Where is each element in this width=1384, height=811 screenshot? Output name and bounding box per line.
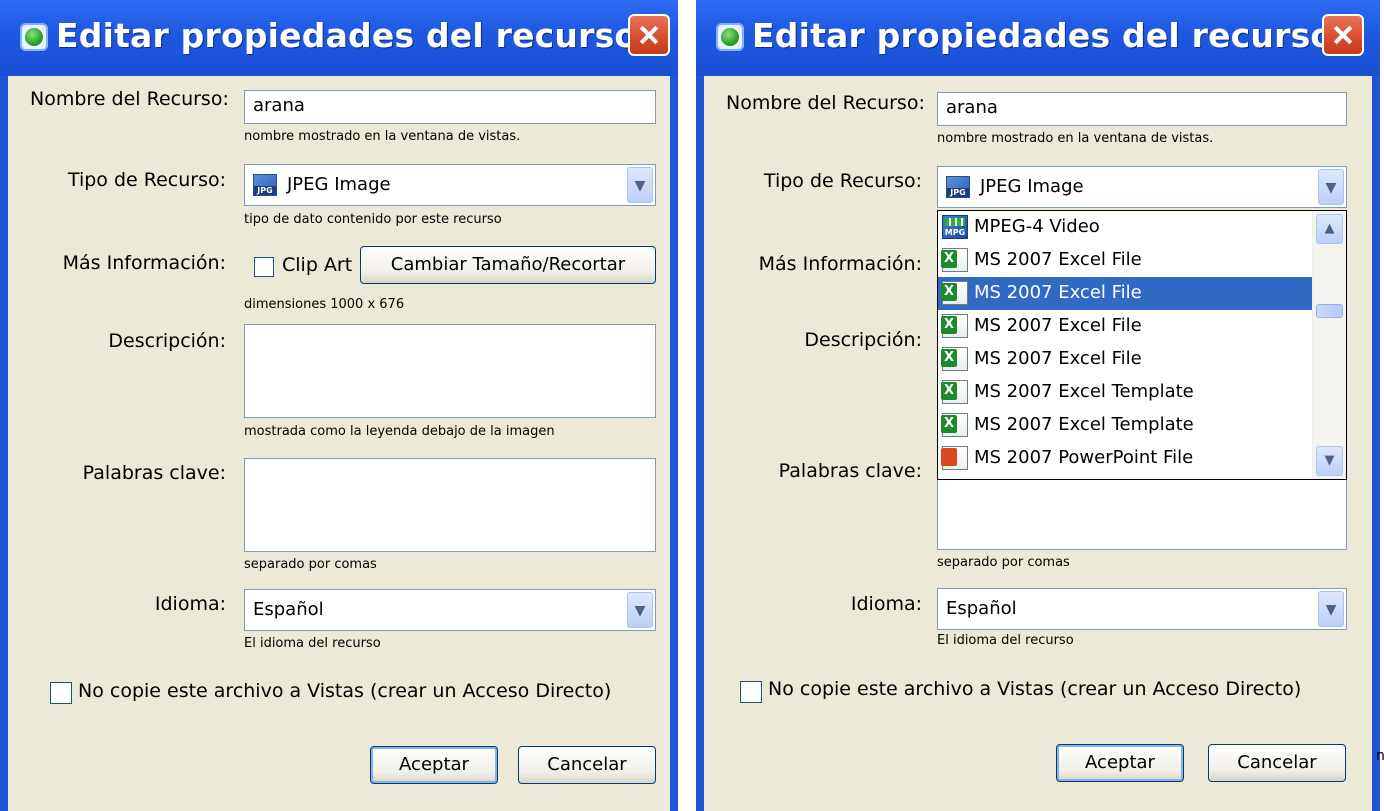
keywords-hint: separado por comas bbox=[937, 555, 1070, 570]
keywords-label: Palabras clave: bbox=[778, 460, 922, 482]
title-bar[interactable]: Editar propiedades del recurso bbox=[696, 0, 1380, 76]
cancel-button[interactable]: Cancelar bbox=[1208, 744, 1346, 782]
resource-name-label: Nombre del Recurso: bbox=[30, 88, 229, 110]
dropdown-scrollbar[interactable]: ▲ ▼ bbox=[1312, 211, 1346, 479]
no-copy-checkbox[interactable] bbox=[50, 682, 72, 704]
dialog-title: Editar propiedades del recurso bbox=[56, 16, 638, 55]
resource-name-label: Nombre del Recurso: bbox=[726, 92, 925, 114]
excel-file-icon bbox=[941, 380, 968, 404]
dialog-body: Nombre del Recurso: arana nombre mostrad… bbox=[704, 76, 1372, 811]
resource-type-hint: tipo de dato contenido por este recurso bbox=[244, 212, 502, 227]
resource-name-hint: nombre mostrado en la ventana de vistas. bbox=[937, 131, 1214, 146]
description-label: Descripción: bbox=[108, 330, 226, 352]
chevron-down-icon[interactable]: ▼ bbox=[627, 592, 653, 628]
list-item-label: MS 2007 PowerPoint File bbox=[974, 447, 1194, 468]
edit-resource-dialog-right: Editar propiedades del recurso Nombre de… bbox=[696, 0, 1380, 811]
resource-type-select[interactable]: JPEG Image ▼ bbox=[244, 164, 656, 206]
list-item-label: MS 2007 Excel File bbox=[974, 282, 1142, 303]
edit-resource-dialog-left: Editar propiedades del recurso Nombre de… bbox=[0, 0, 678, 811]
list-item[interactable]: MS 2007 PowerPoint File bbox=[938, 442, 1312, 475]
resource-type-label: Tipo de Recurso: bbox=[67, 169, 226, 191]
resource-name-input[interactable]: arana bbox=[244, 90, 656, 124]
excel-file-icon bbox=[941, 347, 968, 371]
clip-art-label: Clip Art bbox=[282, 254, 353, 276]
list-item-label: MPEG-4 Video bbox=[974, 216, 1100, 237]
dimensions-text: dimensiones 1000 x 676 bbox=[244, 297, 405, 312]
app-icon bbox=[716, 23, 744, 51]
list-item[interactable]: MS 2007 Excel File bbox=[938, 310, 1312, 343]
chevron-down-icon[interactable]: ▼ bbox=[1318, 591, 1344, 627]
language-value: Español bbox=[253, 599, 324, 620]
scroll-up-icon[interactable]: ▲ bbox=[1316, 214, 1343, 244]
language-label: Idioma: bbox=[850, 593, 922, 615]
resource-type-dropdown-list[interactable]: MPEG-4 Video MS 2007 Excel File MS 2007 … bbox=[937, 210, 1347, 480]
keywords-hint: separado por comas bbox=[244, 557, 377, 572]
keywords-label: Palabras clave: bbox=[82, 462, 226, 484]
list-item-label: MS 2007 Excel File bbox=[974, 348, 1142, 369]
list-item[interactable]: MS 2007 Excel Template bbox=[938, 376, 1312, 409]
close-button[interactable] bbox=[1322, 14, 1364, 56]
excel-file-icon bbox=[941, 281, 968, 305]
resource-type-select[interactable]: JPEG Image ▼ bbox=[937, 166, 1347, 208]
excel-file-icon bbox=[941, 314, 968, 338]
list-item[interactable]: MPEG-4 Video bbox=[938, 211, 1312, 244]
powerpoint-file-icon bbox=[941, 446, 968, 470]
list-item-label: MS 2007 Excel Template bbox=[974, 414, 1194, 435]
excel-file-icon bbox=[941, 413, 968, 437]
list-item[interactable]: MS 2007 Excel File bbox=[938, 244, 1312, 277]
resize-crop-button[interactable]: Cambiar Tamaño/Recortar bbox=[360, 246, 656, 284]
ok-button[interactable]: Aceptar bbox=[370, 746, 498, 784]
mpeg-video-icon bbox=[942, 215, 968, 239]
language-hint: El idioma del recurso bbox=[244, 636, 381, 651]
clip-art-checkbox[interactable] bbox=[254, 257, 274, 277]
language-value: Español bbox=[946, 598, 1017, 619]
scrollbar-thumb[interactable] bbox=[1316, 304, 1343, 318]
list-item-selected[interactable]: MS 2007 Excel File bbox=[938, 277, 1312, 310]
language-hint: El idioma del recurso bbox=[937, 633, 1074, 648]
more-info-label: Más Información: bbox=[62, 252, 226, 274]
list-item-label: MS 2007 Excel File bbox=[974, 315, 1142, 336]
more-info-label: Más Información: bbox=[758, 253, 922, 275]
chevron-down-icon[interactable]: ▼ bbox=[627, 167, 653, 203]
no-copy-checkbox[interactable] bbox=[740, 681, 762, 703]
close-button[interactable] bbox=[628, 14, 670, 56]
language-select[interactable]: Español ▼ bbox=[244, 589, 656, 631]
ok-button[interactable]: Aceptar bbox=[1056, 744, 1184, 782]
resource-type-label: Tipo de Recurso: bbox=[763, 170, 922, 192]
scroll-down-icon[interactable]: ▼ bbox=[1316, 446, 1343, 476]
resource-name-hint: nombre mostrado en la ventana de vistas. bbox=[244, 129, 521, 144]
dialog-body: Nombre del Recurso: arana nombre mostrad… bbox=[8, 76, 670, 811]
excel-file-icon bbox=[941, 248, 968, 272]
chevron-down-icon[interactable]: ▼ bbox=[1318, 169, 1344, 205]
list-item[interactable]: MS 2007 Excel Template bbox=[938, 409, 1312, 442]
no-copy-label: No copie este archivo a Vistas (crear un… bbox=[78, 680, 612, 702]
no-copy-label: No copie este archivo a Vistas (crear un… bbox=[768, 678, 1302, 700]
dialog-title: Editar propiedades del recurso bbox=[752, 16, 1334, 55]
list-item[interactable]: MS 2007 Excel File bbox=[938, 343, 1312, 376]
app-icon bbox=[20, 23, 48, 51]
jpeg-image-icon bbox=[946, 176, 970, 198]
description-textarea[interactable] bbox=[244, 324, 656, 418]
language-select[interactable]: Español ▼ bbox=[937, 588, 1347, 630]
resource-name-input[interactable]: arana bbox=[937, 92, 1347, 126]
description-hint: mostrada como la leyenda debajo de la im… bbox=[244, 424, 555, 439]
description-label: Descripción: bbox=[804, 329, 922, 351]
language-label: Idioma: bbox=[154, 593, 226, 615]
clipped-text-fragment: n bbox=[1376, 748, 1384, 764]
resource-type-value: JPEG Image bbox=[980, 176, 1084, 197]
resource-type-value: JPEG Image bbox=[287, 174, 391, 195]
cancel-button[interactable]: Cancelar bbox=[518, 746, 656, 784]
title-bar[interactable]: Editar propiedades del recurso bbox=[0, 0, 678, 76]
keywords-textarea[interactable] bbox=[244, 458, 656, 552]
list-item-label: MS 2007 Excel Template bbox=[974, 381, 1194, 402]
jpeg-image-icon bbox=[253, 174, 277, 196]
list-item-label: MS 2007 Excel File bbox=[974, 249, 1142, 270]
